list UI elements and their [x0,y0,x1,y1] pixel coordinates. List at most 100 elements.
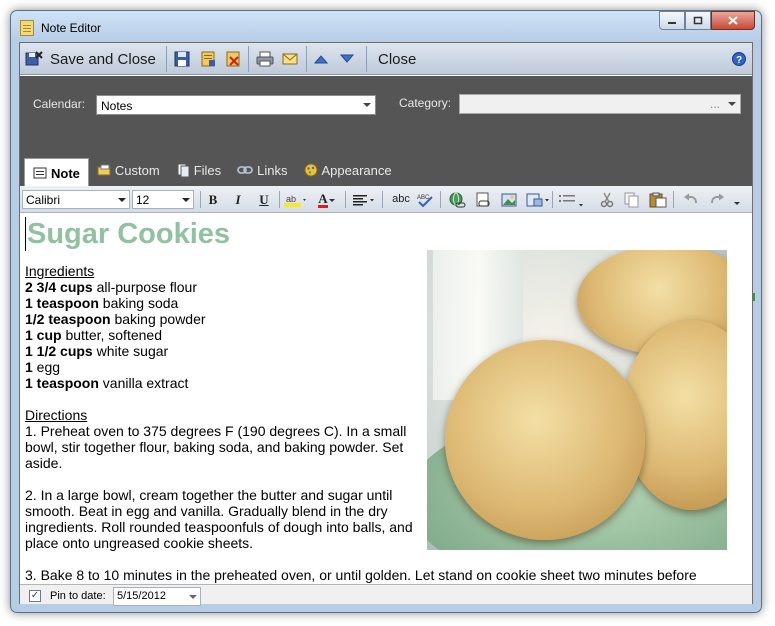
sugar-cookies-photo[interactable] [427,250,727,550]
category-value: ... [709,97,720,111]
spell-check-icon: ABC [417,195,433,207]
custom-icon [97,164,111,176]
underline-button[interactable]: U [253,190,275,209]
spell-check-label: abc [392,193,410,205]
undo-button[interactable] [680,190,702,209]
insert-file-button[interactable] [472,190,494,209]
category-select[interactable]: ... [459,94,741,114]
ingredient-item: white sugar [92,343,169,359]
ingredient-item: baking soda [98,295,179,311]
ingredient-qty: 1 1/2 cups [25,343,93,359]
arrow-up-icon [314,55,328,64]
tab-files[interactable]: Files [168,156,229,184]
calendar-label: Calendar: [33,97,86,111]
chevron-down-icon [363,103,371,107]
align-left-icon [353,194,374,205]
attach-icon [476,192,490,206]
pin-date-picker[interactable]: 5/15/2012 [113,587,201,606]
formatting-toolbar: Calibri 12 B I U ab A abc ABC [20,186,752,213]
save-and-close-button[interactable]: Save and Close [24,47,156,71]
highlight-button[interactable]: ab [282,190,310,209]
links-icon [237,166,253,174]
next-item-button[interactable] [340,47,354,71]
toolbar-overflow-button[interactable] [730,190,744,209]
toolbar-separator [200,191,201,208]
calendar-select[interactable]: Notes [96,95,376,115]
ingredient-qty: 1 [25,359,33,375]
note-title: Sugar Cookies [25,217,735,251]
toolbar-separator [306,46,307,72]
help-button[interactable]: ? [732,47,746,71]
insert-hyperlink-button[interactable] [446,190,468,209]
font-color-button[interactable]: A [313,190,341,209]
main-toolbar: Save and Close Close ? [20,43,752,75]
status-bar: ✓ Pin to date: 5/15/2012 [20,584,752,606]
minimize-icon [668,21,676,24]
cookie [445,340,645,540]
bullets-button[interactable] [556,190,586,209]
paste-button[interactable] [647,190,669,209]
delete-button[interactable] [225,47,241,71]
direction-step-3: 3. Bake 8 to 10 minutes in the preheated… [25,567,697,584]
toolbar-separator [366,46,367,72]
tab-links[interactable]: Links [229,156,295,184]
maximize-button[interactable] [685,11,711,30]
font-size-select[interactable]: 12 [132,190,194,209]
previous-item-button[interactable] [314,47,328,71]
arrow-down-icon [340,54,354,63]
spell-options-button[interactable]: ABC [414,190,436,209]
spell-check-button[interactable]: abc [388,190,414,209]
tab-links-label: Links [257,162,288,178]
chevron-down-icon [189,595,197,599]
ingredient-item: egg [32,359,61,375]
email-button[interactable] [282,47,298,71]
ingredient-item: butter, softened [61,327,162,343]
bold-button[interactable]: B [202,190,224,209]
italic-button[interactable]: I [227,190,249,209]
title-bar[interactable]: Note Editor [11,11,761,41]
ingredient-item: baking powder [110,311,206,327]
redo-icon [711,193,724,203]
cut-button[interactable] [596,190,618,209]
close-button[interactable]: Close [378,47,416,71]
ingredient-item: vanilla extract [98,375,189,391]
chevron-down-icon [734,201,740,205]
save-button[interactable] [174,47,190,71]
properties-panel: Calendar: Notes Category: ... Note Custo… [20,76,752,187]
minimize-button[interactable] [659,11,685,30]
font-size-value: 12 [136,193,150,207]
note-icon [33,167,47,179]
note-editor-area[interactable]: Sugar Cookies Ingredients 2 3/4 cups all… [20,214,752,584]
svg-text:?: ? [736,55,742,66]
save-close-icon [25,51,43,66]
font-family-select[interactable]: Calibri [22,190,130,209]
toolbar-separator [673,191,674,208]
editor-tabs: Note Custom Files Links Appearance [20,156,400,187]
ingredient-qty: 1 cup [25,327,62,343]
spacer-line [25,551,735,567]
ingredient-qty: 1 teaspoon [25,375,99,391]
window-controls [659,11,755,31]
insert-picture-button[interactable] [498,190,520,209]
toolbar-separator [345,191,346,208]
tab-custom[interactable]: Custom [89,156,168,184]
save-as-icon [201,51,215,67]
save-as-button[interactable] [200,47,216,71]
category-label: Category: [399,96,452,110]
redo-button[interactable] [706,190,728,209]
font-color-label: A [318,190,328,208]
close-window-button[interactable] [711,11,755,30]
copy-icon [624,192,639,207]
chevron-down-icon [182,198,190,202]
toolbar-separator [279,191,280,208]
print-button[interactable] [256,47,274,71]
copy-button[interactable] [621,190,643,209]
tab-note[interactable]: Note [24,158,89,187]
client-area: Save and Close Close ? Calendar: Notes C… [19,42,755,606]
tab-appearance[interactable]: Appearance [296,156,400,184]
align-button[interactable] [350,190,378,209]
insert-object-button[interactable] [524,190,552,209]
maximize-icon [693,16,703,25]
pin-to-date-checkbox[interactable]: ✓ [29,590,41,602]
note-editor-window: Note Editor Save and Close Close ? Calen… [10,10,762,613]
